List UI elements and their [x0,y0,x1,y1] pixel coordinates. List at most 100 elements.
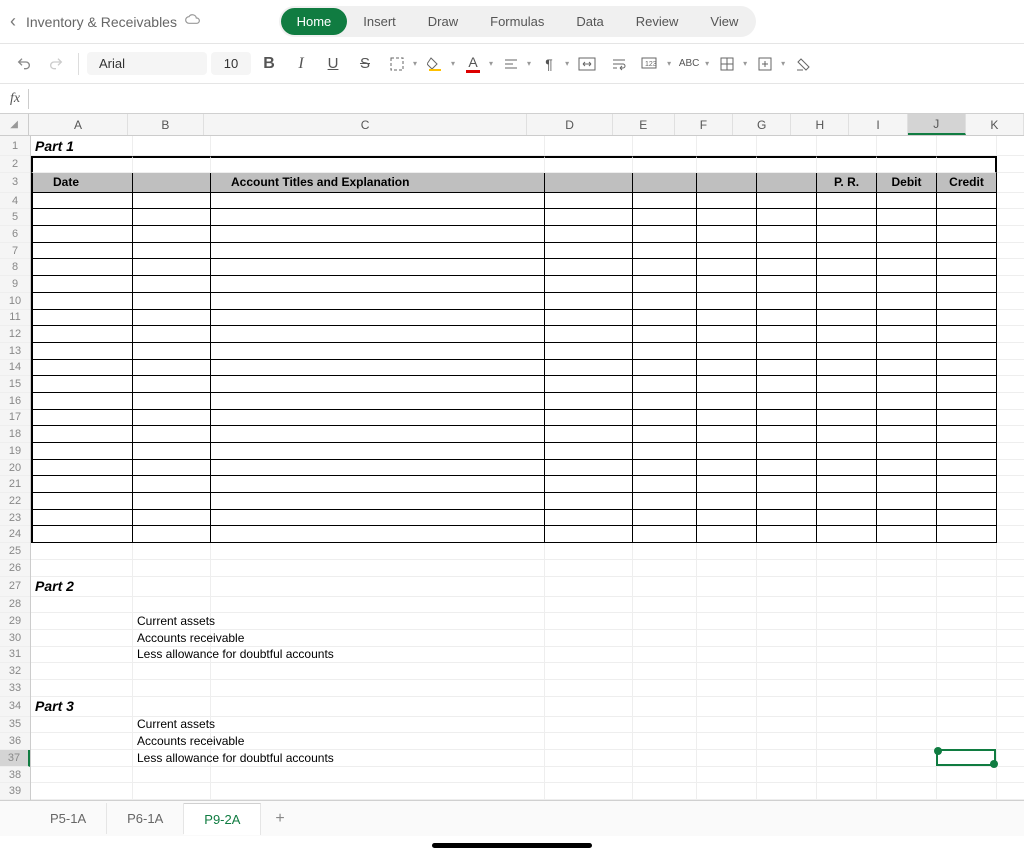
row-header-19[interactable]: 19 [0,443,30,460]
cell-G21[interactable] [757,476,817,493]
cell-K12[interactable] [997,326,1024,343]
col-header-F[interactable]: F [675,114,733,135]
cell-A36[interactable] [31,733,133,750]
cell-H23[interactable] [817,510,877,527]
cell-K22[interactable] [997,493,1024,510]
cell-D35[interactable] [545,717,633,734]
cell-A11[interactable] [31,310,133,327]
row-header-38[interactable]: 38 [0,767,30,784]
cell-G12[interactable] [757,326,817,343]
cell-J12[interactable] [937,326,997,343]
cell-E10[interactable] [633,293,697,310]
cell-C20[interactable] [211,460,545,477]
cell-B6[interactable] [133,226,211,243]
tab-insert[interactable]: Insert [347,8,412,35]
cell-B28[interactable] [133,597,211,614]
row-header-2[interactable]: 2 [0,156,30,173]
cell-B3[interactable] [133,173,211,193]
cell-F7[interactable] [697,243,757,260]
cell-E3[interactable] [633,173,697,193]
cell-J31[interactable] [937,647,997,664]
cell-F8[interactable] [697,259,757,276]
cell-G24[interactable] [757,526,817,543]
row-header-9[interactable]: 9 [0,276,30,293]
cell-H3[interactable]: P. R. [817,173,877,193]
cell-H11[interactable] [817,310,877,327]
cell-I17[interactable] [877,410,937,427]
cell-B10[interactable] [133,293,211,310]
row-header-34[interactable]: 34 [0,697,30,717]
cell-B35[interactable]: Current assets [133,717,211,734]
cell-J35[interactable] [937,717,997,734]
cell-A14[interactable] [31,360,133,377]
cell-B26[interactable] [133,560,211,577]
cell-G11[interactable] [757,310,817,327]
cell-C21[interactable] [211,476,545,493]
cell-I34[interactable] [877,697,937,717]
cell-A7[interactable] [31,243,133,260]
add-sheet-button[interactable]: + [261,802,298,836]
cell-F29[interactable] [697,613,757,630]
cell-J25[interactable] [937,543,997,560]
cell-B34[interactable] [133,697,211,717]
cell-F10[interactable] [697,293,757,310]
row-header-28[interactable]: 28 [0,597,30,614]
cell-D31[interactable] [545,647,633,664]
cell-I33[interactable] [877,680,937,697]
cell-B21[interactable] [133,476,211,493]
cell-A37[interactable] [31,750,133,767]
cell-H15[interactable] [817,376,877,393]
formula-input[interactable] [37,91,1014,106]
cell-K39[interactable] [997,783,1024,800]
cell-J28[interactable] [937,597,997,614]
row-header-6[interactable]: 6 [0,226,30,243]
cell-A15[interactable] [31,376,133,393]
row-header-35[interactable]: 35 [0,717,30,734]
cell-K17[interactable] [997,410,1024,427]
row-header-32[interactable]: 32 [0,663,30,680]
cell-A33[interactable] [31,680,133,697]
row-header-17[interactable]: 17 [0,410,30,427]
cell-C26[interactable] [211,560,545,577]
cell-K37[interactable] [997,750,1024,767]
cell-C29[interactable] [211,613,545,630]
cell-B9[interactable] [133,276,211,293]
cell-A32[interactable] [31,663,133,680]
cell-C18[interactable] [211,426,545,443]
cell-A12[interactable] [31,326,133,343]
cell-H25[interactable] [817,543,877,560]
cell-B30[interactable]: Accounts receivable [133,630,211,647]
cell-A31[interactable] [31,647,133,664]
cell-D22[interactable] [545,493,633,510]
cell-D10[interactable] [545,293,633,310]
tab-home[interactable]: Home [281,8,348,35]
cell-G4[interactable] [757,193,817,210]
cell-F2[interactable] [697,156,757,173]
cell-J39[interactable] [937,783,997,800]
col-header-K[interactable]: K [966,114,1024,135]
cell-B29[interactable]: Current assets [133,613,211,630]
cell-J21[interactable] [937,476,997,493]
cell-D37[interactable] [545,750,633,767]
cell-H10[interactable] [817,293,877,310]
cell-F4[interactable] [697,193,757,210]
cell-F16[interactable] [697,393,757,410]
cell-B36[interactable]: Accounts receivable [133,733,211,750]
cell-G18[interactable] [757,426,817,443]
cell-J1[interactable] [937,136,997,156]
spellcheck-icon[interactable]: ABC [675,50,703,78]
cells-icon[interactable] [713,50,741,78]
cell-F18[interactable] [697,426,757,443]
cell-A21[interactable] [31,476,133,493]
cell-I31[interactable] [877,647,937,664]
cell-C32[interactable] [211,663,545,680]
sheet-tab-p9-2a[interactable]: P9-2A [184,803,261,835]
font-size-select[interactable] [211,52,251,75]
cell-D13[interactable] [545,343,633,360]
cell-H19[interactable] [817,443,877,460]
cell-A29[interactable] [31,613,133,630]
cell-A28[interactable] [31,597,133,614]
cell-G22[interactable] [757,493,817,510]
cell-G15[interactable] [757,376,817,393]
cell-A27[interactable]: Part 2 [31,577,133,597]
